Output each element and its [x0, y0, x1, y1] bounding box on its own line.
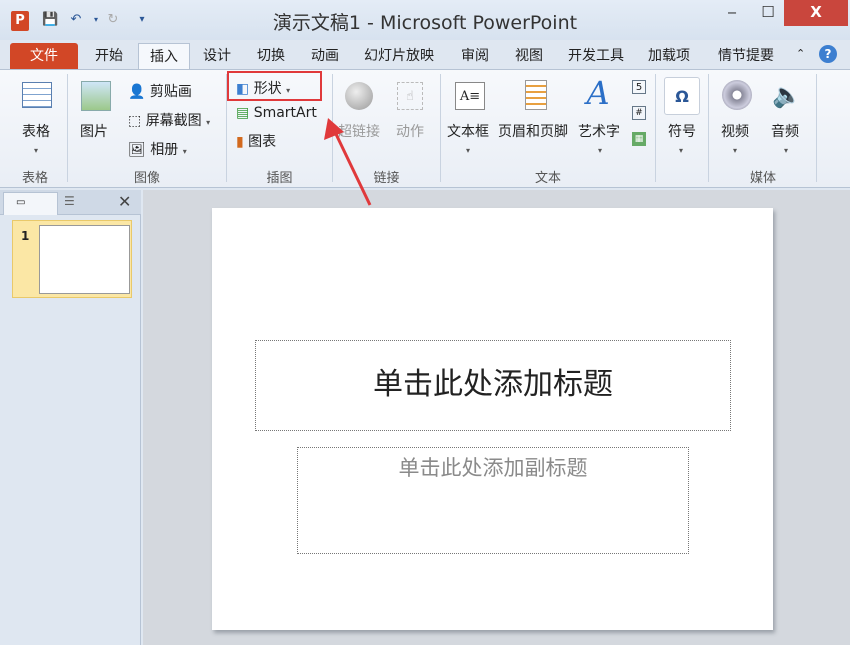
header-footer-icon — [525, 80, 547, 110]
chevron-down-icon: ▾ — [733, 146, 737, 155]
textbox-button[interactable]: 文本框 — [447, 121, 489, 141]
table-button[interactable]: 表格 — [22, 121, 50, 141]
group-label-table: 表格 — [0, 167, 70, 186]
action-button[interactable]: 动作 — [396, 121, 424, 141]
maximize-button[interactable]: ☐ — [748, 0, 788, 26]
video-button[interactable]: 视频 — [721, 121, 749, 141]
group-label-illustrations: 插图 — [227, 167, 332, 186]
group-label-links: 链接 — [333, 167, 440, 186]
tab-home[interactable]: 开始 — [84, 43, 134, 70]
audio-button[interactable]: 音频 — [771, 121, 799, 141]
group-label-images: 图像 — [68, 167, 226, 186]
chevron-down-icon: ▾ — [679, 146, 683, 155]
tab-developer[interactable]: 开发工具 — [560, 43, 632, 70]
wordart-icon: A — [585, 76, 611, 110]
audio-icon: 🔈 — [774, 80, 800, 110]
minimize-button[interactable]: ‒ — [712, 0, 752, 26]
chevron-down-icon: ▾ — [784, 146, 788, 155]
title-bar: P 💾 ↶ ▾ ↻ ▾ 演示文稿1 - Microsoft PowerPoint… — [0, 0, 850, 40]
chart-button[interactable]: ▮ 图表 — [236, 131, 276, 151]
picture-icon — [81, 81, 111, 111]
slides-panel: ▭ ☰ ✕ 1 — [0, 190, 141, 645]
tab-transitions[interactable]: 切换 — [248, 43, 294, 70]
hyperlink-button[interactable]: 超链接 — [338, 121, 380, 141]
smartart-button[interactable]: ▤ SmartArt — [236, 105, 317, 121]
table-icon — [22, 82, 52, 108]
slide-canvas[interactable]: 单击此处添加标题 单击此处添加副标题 — [212, 208, 773, 630]
album-button[interactable]: 🖼 相册 ▾ — [128, 139, 187, 159]
subtitle-placeholder[interactable]: 单击此处添加副标题 — [297, 447, 689, 554]
highlight-box — [227, 71, 322, 101]
tab-insert[interactable]: 插入 — [138, 43, 190, 70]
date-time-icon[interactable]: 5 — [632, 80, 646, 94]
album-icon: 🖼 — [128, 142, 146, 158]
hyperlink-icon — [345, 82, 373, 110]
ribbon-insert: 表格 ▾ 表格 图片 👤 剪贴画 ⬚ 屏幕截图 ▾ 🖼 相册 ▾ 图像 ◧ 形状… — [0, 69, 850, 188]
slides-tab[interactable]: ▭ — [3, 192, 58, 215]
header-footer-button[interactable]: 页眉和页脚 — [498, 121, 568, 141]
group-label-text: 文本 — [441, 167, 655, 186]
collapse-ribbon-icon[interactable]: ⌃ — [796, 47, 805, 60]
screenshot-icon: ⬚ — [128, 113, 141, 129]
slide-number-icon[interactable]: # — [632, 106, 646, 120]
tab-review[interactable]: 审阅 — [452, 43, 498, 70]
tab-view[interactable]: 视图 — [506, 43, 552, 70]
action-icon: ☝ — [397, 82, 423, 110]
panel-tabs: ▭ ☰ ✕ — [0, 190, 141, 215]
clipart-button[interactable]: 👤 剪贴画 — [128, 81, 192, 101]
chevron-down-icon: ▾ — [598, 146, 602, 155]
outline-tab[interactable]: ☰ — [64, 194, 75, 208]
object-icon[interactable]: ▦ — [632, 132, 646, 146]
ribbon-tabs: 文件 开始 插入 设计 切换 动画 幻灯片放映 审阅 视图 开发工具 加载项 情… — [0, 40, 850, 70]
tab-slideshow[interactable]: 幻灯片放映 — [356, 43, 442, 70]
tab-storyboarding[interactable]: 情节提要 — [710, 43, 782, 70]
wordart-button[interactable]: 艺术字 — [578, 121, 620, 141]
tab-addins[interactable]: 加载项 — [640, 43, 698, 70]
clipart-icon: 👤 — [128, 84, 145, 100]
slide-thumbnail — [39, 225, 130, 294]
help-icon[interactable]: ? — [819, 45, 837, 63]
chevron-down-icon: ▾ — [466, 146, 470, 155]
close-button[interactable]: X — [784, 0, 848, 26]
omega-icon: Ω — [664, 77, 700, 115]
close-panel-icon[interactable]: ✕ — [118, 192, 131, 211]
textbox-icon: A≡ — [455, 82, 485, 110]
smartart-icon: ▤ — [236, 105, 249, 121]
title-placeholder[interactable]: 单击此处添加标题 — [255, 340, 731, 431]
slide-editor: 单击此处添加标题 单击此处添加副标题 — [143, 190, 850, 645]
symbol-button[interactable]: 符号 — [668, 121, 696, 141]
screenshot-button[interactable]: ⬚ 屏幕截图 ▾ — [128, 110, 210, 130]
chevron-down-icon: ▾ — [34, 146, 38, 155]
tab-design[interactable]: 设计 — [194, 43, 240, 70]
slide-thumbnail-item[interactable]: 1 — [12, 220, 132, 298]
slide-number: 1 — [21, 229, 29, 243]
video-icon — [722, 80, 752, 110]
group-label-media: 媒体 — [709, 167, 817, 186]
tab-animations[interactable]: 动画 — [302, 43, 348, 70]
chart-icon: ▮ — [236, 134, 244, 150]
tab-file[interactable]: 文件 — [10, 43, 78, 70]
picture-button[interactable]: 图片 — [80, 121, 108, 141]
